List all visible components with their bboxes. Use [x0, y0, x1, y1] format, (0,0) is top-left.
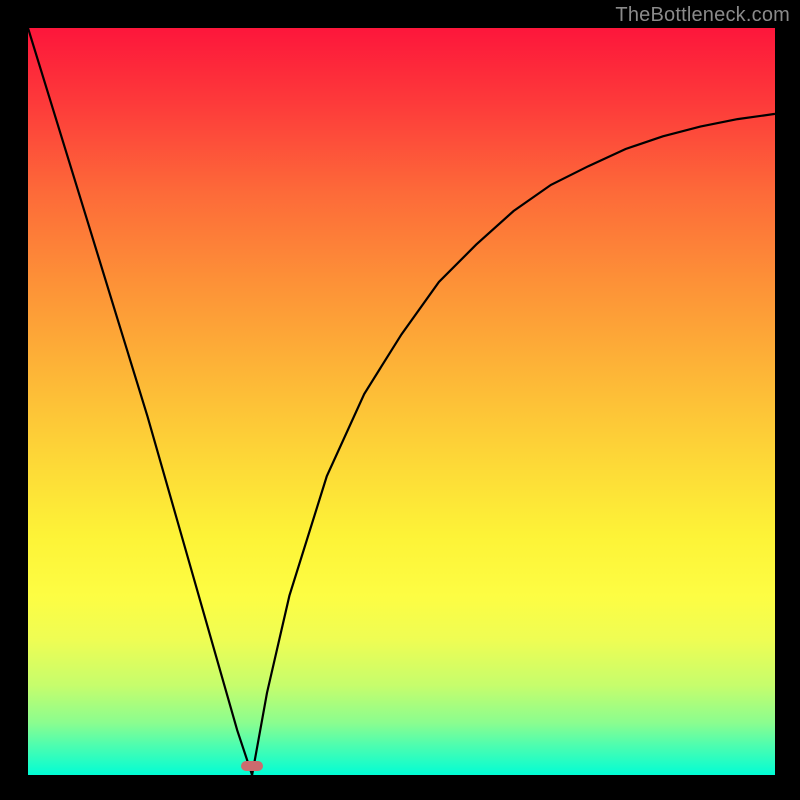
curve-right-branch — [252, 114, 775, 775]
bottleneck-curve — [28, 28, 775, 775]
plot-area — [28, 28, 775, 775]
curve-left-branch — [28, 28, 252, 775]
watermark-text: TheBottleneck.com — [615, 4, 790, 27]
chart-container: TheBottleneck.com — [0, 0, 800, 800]
minimum-marker — [241, 761, 263, 771]
